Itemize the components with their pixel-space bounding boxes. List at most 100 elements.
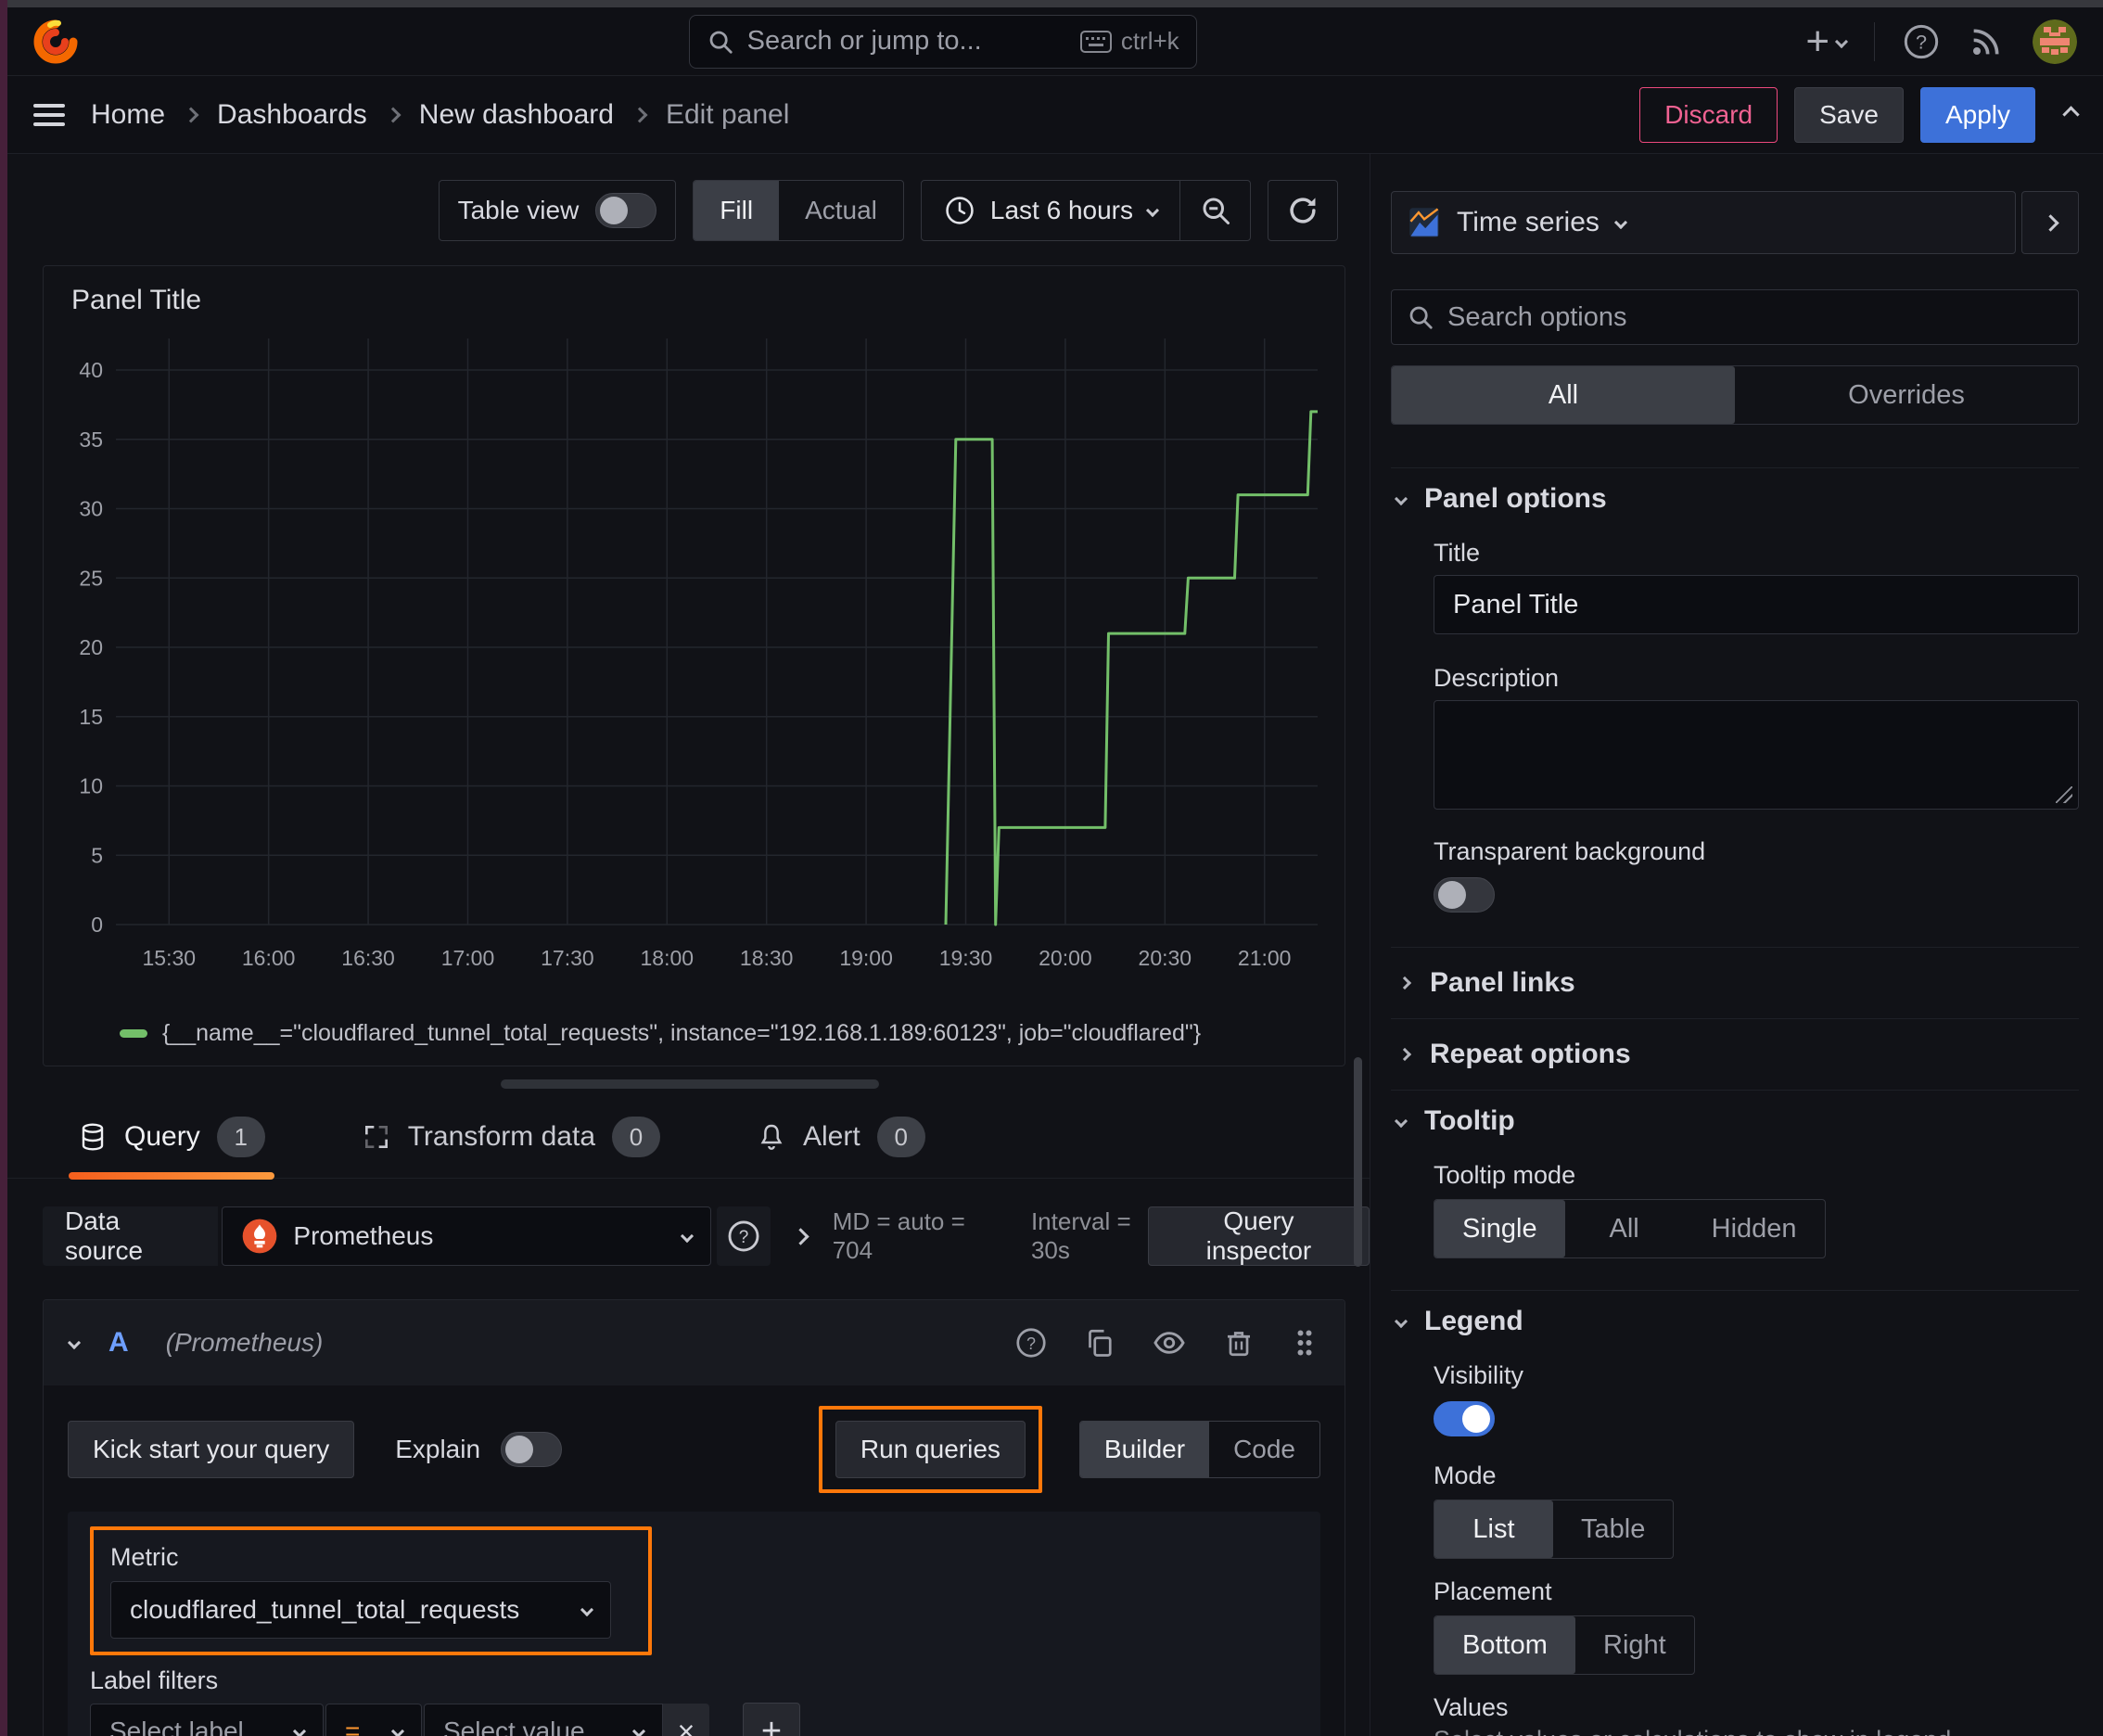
repeat-options-section[interactable]: Repeat options bbox=[1391, 1019, 2079, 1090]
clock-icon bbox=[946, 197, 974, 224]
remove-filter-button[interactable]: × bbox=[663, 1704, 709, 1736]
discard-button[interactable]: Discard bbox=[1639, 86, 1778, 143]
y-tick-label: 40 bbox=[79, 358, 103, 382]
menu-toggle-button[interactable] bbox=[32, 101, 67, 129]
operator-dropdown[interactable]: = bbox=[325, 1704, 422, 1736]
tooltip-mode-label: Tooltip mode bbox=[1434, 1161, 1576, 1189]
panel-options-title: Panel options bbox=[1424, 483, 1607, 514]
code-option[interactable]: Code bbox=[1209, 1422, 1319, 1477]
help-button[interactable]: ? bbox=[1903, 23, 1940, 60]
run-queries-button[interactable]: Run queries bbox=[835, 1421, 1026, 1478]
refresh-button[interactable] bbox=[1268, 180, 1338, 241]
legend-placement-right[interactable]: Right bbox=[1575, 1616, 1694, 1674]
transparent-bg-toggle[interactable] bbox=[1434, 877, 1495, 913]
tooltip-section-header[interactable]: Tooltip bbox=[1391, 1091, 2079, 1152]
tab-all-options[interactable]: All bbox=[1392, 366, 1735, 424]
legend-mode-label: Mode bbox=[1434, 1462, 1497, 1489]
plus-icon: + bbox=[1805, 18, 1830, 64]
query-ref-id[interactable]: A bbox=[108, 1327, 129, 1359]
options-search-input[interactable]: Search options bbox=[1391, 289, 2079, 345]
global-search-input[interactable]: Search or jump to... ctrl+k bbox=[688, 14, 1197, 69]
chevron-down-icon bbox=[1834, 34, 1849, 48]
grafana-logo[interactable] bbox=[32, 18, 80, 66]
add-filter-button[interactable]: + bbox=[743, 1703, 800, 1736]
visualization-picker[interactable]: Time series bbox=[1391, 191, 2016, 254]
save-button[interactable]: Save bbox=[1794, 86, 1904, 143]
tooltip-mode-single[interactable]: Single bbox=[1434, 1200, 1565, 1257]
expand-options-chevron[interactable] bbox=[792, 1227, 809, 1245]
apply-button[interactable]: Apply bbox=[1919, 86, 2035, 143]
x-tick-label: 19:30 bbox=[939, 946, 993, 970]
tab-overrides[interactable]: Overrides bbox=[1735, 366, 2078, 424]
pane-resize-handle[interactable] bbox=[501, 1079, 879, 1089]
scrollbar-thumb[interactable] bbox=[1354, 1057, 1362, 1267]
breadcrumb-home[interactable]: Home bbox=[91, 99, 165, 131]
series-line[interactable] bbox=[944, 410, 1318, 926]
explain-label: Explain bbox=[395, 1435, 481, 1463]
description-textarea[interactable] bbox=[1434, 700, 2079, 810]
collapse-options-pane-button[interactable] bbox=[2062, 106, 2080, 123]
legend-placement-bottom[interactable]: Bottom bbox=[1434, 1616, 1575, 1674]
metric-select[interactable]: cloudflared_tunnel_total_requests bbox=[110, 1581, 611, 1639]
x-tick-label: 19:00 bbox=[839, 946, 893, 970]
time-range-picker[interactable]: Last 6 hours bbox=[922, 181, 1179, 240]
legend-mode-table[interactable]: Table bbox=[1553, 1500, 1673, 1558]
delete-query-button[interactable] bbox=[1222, 1326, 1255, 1359]
tooltip-mode-hidden[interactable]: Hidden bbox=[1684, 1200, 1825, 1257]
legend-values-label: Values bbox=[1434, 1693, 1509, 1721]
select-label-dropdown[interactable]: Select label bbox=[90, 1704, 324, 1736]
actual-option[interactable]: Actual bbox=[779, 181, 903, 240]
new-menu-button[interactable]: + bbox=[1805, 18, 1849, 64]
query-inspector-button[interactable]: Query inspector bbox=[1147, 1206, 1370, 1266]
chevron-right-icon bbox=[385, 107, 401, 122]
drag-query-handle[interactable] bbox=[1291, 1326, 1319, 1359]
legend-section-header[interactable]: Legend bbox=[1391, 1291, 2079, 1352]
fill-option[interactable]: Fill bbox=[694, 181, 780, 240]
query-header-row[interactable]: A (Prometheus) ? bbox=[44, 1300, 1345, 1385]
legend-swatch[interactable] bbox=[120, 1029, 147, 1038]
toggle-viz-pane-button[interactable] bbox=[2021, 191, 2079, 254]
tab-alert[interactable]: Alert 0 bbox=[753, 1104, 929, 1178]
chevron-down-icon bbox=[1613, 215, 1627, 230]
help-circle-icon: ? bbox=[728, 1220, 759, 1252]
datasource-help-button[interactable]: ? bbox=[716, 1206, 771, 1266]
breadcrumb-new-dashboard[interactable]: New dashboard bbox=[419, 99, 614, 131]
chevron-up-icon bbox=[2062, 106, 2080, 123]
datasource-picker[interactable]: Prometheus bbox=[222, 1206, 711, 1266]
tooltip-mode-all[interactable]: All bbox=[1565, 1200, 1684, 1257]
chevron-right-icon bbox=[183, 107, 199, 122]
table-view-toggle[interactable] bbox=[595, 193, 657, 228]
select-value-dropdown[interactable]: Select value bbox=[424, 1704, 663, 1736]
y-tick-label: 35 bbox=[79, 428, 103, 452]
prometheus-icon bbox=[241, 1218, 278, 1255]
resize-grip-icon[interactable] bbox=[2056, 786, 2072, 803]
legend-mode-list[interactable]: List bbox=[1434, 1500, 1553, 1558]
tab-query[interactable]: Query 1 bbox=[69, 1104, 274, 1180]
legend-visibility-toggle[interactable] bbox=[1434, 1401, 1495, 1436]
breadcrumb-bar: Home Dashboards New dashboard Edit panel… bbox=[0, 76, 2103, 154]
panel-options-section-header[interactable]: Panel options bbox=[1391, 468, 2079, 530]
query-help-button[interactable]: ? bbox=[1014, 1326, 1048, 1359]
tab-transform-data[interactable]: Transform data 0 bbox=[358, 1104, 664, 1178]
builder-option[interactable]: Builder bbox=[1079, 1422, 1210, 1477]
x-tick-label: 16:30 bbox=[341, 946, 395, 970]
panel-title[interactable]: Panel Title bbox=[64, 279, 1324, 324]
breadcrumb-dashboards[interactable]: Dashboards bbox=[217, 99, 367, 131]
panel-links-section[interactable]: Panel links bbox=[1391, 948, 2079, 1018]
metric-label: Metric bbox=[110, 1543, 179, 1571]
user-avatar[interactable] bbox=[2033, 19, 2078, 64]
legend-series-name[interactable]: {__name__="cloudflared_tunnel_total_requ… bbox=[162, 1020, 1201, 1047]
hide-query-button[interactable] bbox=[1152, 1325, 1187, 1360]
query-body: Kick start your query Explain Run querie… bbox=[44, 1385, 1345, 1736]
kick-start-query-button[interactable]: Kick start your query bbox=[68, 1421, 355, 1478]
metric-value: cloudflared_tunnel_total_requests bbox=[130, 1595, 520, 1624]
news-icon[interactable] bbox=[1968, 23, 2005, 60]
chevron-down-icon bbox=[390, 1724, 405, 1736]
zoom-out-time-button[interactable] bbox=[1179, 181, 1250, 240]
duplicate-query-button[interactable] bbox=[1083, 1326, 1116, 1359]
time-series-chart[interactable]: 0 5 10 15 20 25 30 35 40 15:30 16:00 16:30 17:00 17:3… bbox=[64, 324, 1324, 1018]
explain-toggle[interactable] bbox=[501, 1432, 563, 1467]
legend-placement-label: Placement bbox=[1434, 1577, 1552, 1605]
window-left-edge bbox=[0, 0, 7, 1736]
panel-title-input[interactable]: Panel Title bbox=[1434, 575, 2079, 634]
